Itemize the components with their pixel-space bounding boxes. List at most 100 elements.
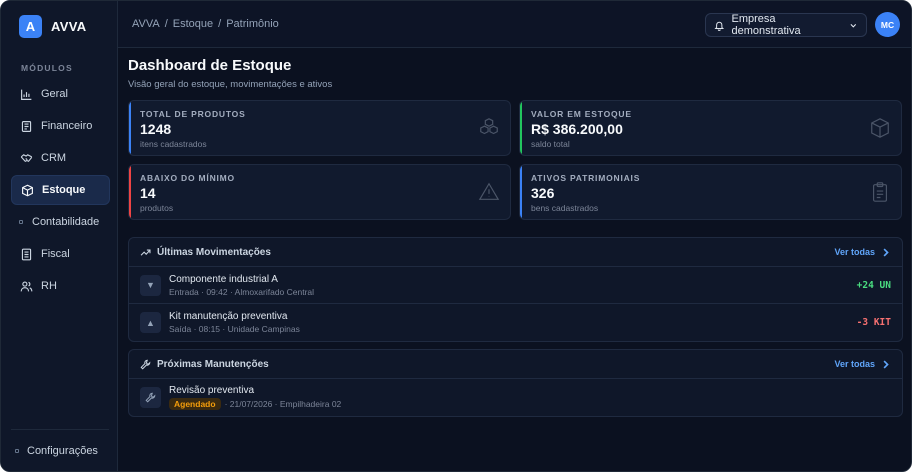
app-window: A AVVA MÓDULOS Geral Financeiro CRM Esto… xyxy=(0,0,912,472)
movements-see-all-link[interactable]: Ver todas xyxy=(834,247,891,258)
stat-label: ATIVOS PATRIMONIAIS xyxy=(531,173,641,183)
handshake-icon xyxy=(20,153,33,162)
brand-logo: A xyxy=(19,15,42,38)
maintenance-panel: Próximas Manutenções Ver todas Revisão p… xyxy=(128,349,903,417)
stat-card-ativos-patrimoniais[interactable]: ATIVOS PATRIMONIAIS 326 bens cadastrados xyxy=(519,164,902,220)
row-title: Revisão preventiva xyxy=(169,385,255,396)
chevron-right-icon xyxy=(883,247,889,257)
sidebar-item-configuracoes[interactable]: Configurações xyxy=(15,445,98,457)
see-all-label: Ver todas xyxy=(834,359,875,369)
stat-foot: itens cadastrados xyxy=(140,139,207,149)
breadcrumb: AVVA / Estoque / Patrimônio xyxy=(132,18,279,30)
stat-label: ABAIXO DO MÍNIMO xyxy=(140,173,235,183)
maintenance-panel-header: Próximas Manutenções Ver todas xyxy=(129,350,902,379)
stat-value: 1248 xyxy=(140,121,172,137)
movements-title: Últimas Movimentações xyxy=(157,246,271,258)
sidebar: A AVVA MÓDULOS Geral Financeiro CRM Esto… xyxy=(1,1,118,471)
trend-up-icon xyxy=(140,249,151,256)
row-subtitle-text: · 21/07/2026 · Empilhadeira 02 xyxy=(224,399,342,409)
sidebar-item-rh[interactable]: RH xyxy=(11,271,110,301)
bar-chart-icon xyxy=(21,89,32,100)
bell-icon xyxy=(714,21,725,31)
top-bar: AVVA / Estoque / Patrimônio Empresa demo… xyxy=(118,1,911,48)
clipboard-icon xyxy=(872,182,888,202)
avatar[interactable]: MC xyxy=(875,12,900,37)
sidebar-item-estoque[interactable]: Estoque xyxy=(11,175,110,205)
main-content: AVVA / Estoque / Patrimônio Empresa demo… xyxy=(118,1,911,471)
row-subtitle: Saída · 08:15 · Unidade Campinas xyxy=(169,324,300,334)
company-name: Empresa demonstrativa xyxy=(731,13,801,37)
sidebar-item-label: Financeiro xyxy=(41,120,93,132)
sidebar-item-financeiro[interactable]: Financeiro xyxy=(11,111,110,141)
row-quantity: -3 KIT xyxy=(856,317,891,328)
breadcrumb-separator: / xyxy=(218,18,222,30)
sidebar-item-label: Estoque xyxy=(42,184,86,196)
sidebar-item-geral[interactable]: Geral xyxy=(11,79,110,109)
brand-name: AVVA xyxy=(51,19,87,34)
chevron-right-icon xyxy=(883,359,889,369)
status-badge: Agendado xyxy=(169,398,221,410)
stat-card-total-produtos[interactable]: TOTAL DE PRODUTOS 1248 itens cadastrados xyxy=(128,100,511,156)
breadcrumb-separator: / xyxy=(164,18,168,30)
sidebar-item-fiscal[interactable]: Fiscal xyxy=(11,239,110,269)
stat-card-abaixo-minimo[interactable]: ABAIXO DO MÍNIMO 14 produtos xyxy=(128,164,511,220)
maintenance-see-all-link[interactable]: Ver todas xyxy=(834,359,891,370)
sidebar-item-contabilidade[interactable]: Contabilidade xyxy=(11,207,110,237)
sidebar-item-label: Geral xyxy=(41,88,68,100)
maintenance-title: Próximas Manutenções xyxy=(157,358,269,370)
table-row[interactable]: ▼ Componente industrial A Entrada · 09:4… xyxy=(129,267,902,304)
page-title: Dashboard de Estoque xyxy=(128,57,292,74)
breadcrumb-item-avva[interactable]: AVVA xyxy=(132,18,160,30)
dot-icon xyxy=(15,449,19,453)
sidebar-divider xyxy=(11,429,109,430)
table-row[interactable]: Revisão preventiva Agendado · 21/07/2026… xyxy=(129,379,902,416)
company-selector[interactable]: Empresa demonstrativa xyxy=(705,13,867,37)
sidebar-item-label: Contabilidade xyxy=(32,216,100,228)
wrench-icon xyxy=(140,359,151,369)
breadcrumb-item-estoque[interactable]: Estoque xyxy=(173,18,213,30)
movements-panel: Últimas Movimentações Ver todas ▼ Compon… xyxy=(128,237,903,342)
sidebar-item-label: CRM xyxy=(41,152,67,164)
row-title: Componente industrial A xyxy=(169,273,278,285)
sidebar-item-crm[interactable]: CRM xyxy=(11,143,110,173)
cubes-icon xyxy=(480,118,498,135)
row-text: Componente industrial A Entrada · 09:42 … xyxy=(169,274,314,297)
row-text: Revisão preventiva Agendado · 21/07/2026… xyxy=(169,385,341,410)
sidebar-item-label: Fiscal xyxy=(41,248,70,260)
movements-panel-header: Últimas Movimentações Ver todas xyxy=(129,238,902,267)
stat-foot: produtos xyxy=(140,203,174,213)
row-subtitle: Entrada · 09:42 · Almoxarifado Central xyxy=(169,286,315,297)
table-row[interactable]: ▲ Kit manutenção preventiva Saída · 08:1… xyxy=(129,304,902,341)
stat-value: 14 xyxy=(140,185,156,201)
sidebar-item-label: RH xyxy=(41,280,57,292)
row-subtitle: Agendado · 21/07/2026 · Empilhadeira 02 xyxy=(169,398,341,410)
row-quantity: +24 UN xyxy=(856,279,891,291)
warning-icon xyxy=(478,182,500,200)
document-icon xyxy=(21,248,32,260)
stat-foot: saldo total xyxy=(531,139,570,149)
sidebar-section-label: MÓDULOS xyxy=(21,63,73,73)
stat-foot: bens cadastrados xyxy=(531,203,599,213)
users-icon xyxy=(20,280,33,291)
receipt-icon xyxy=(21,120,32,132)
row-title: Kit manutenção preventiva xyxy=(169,311,288,322)
stat-card-valor-estoque[interactable]: VALOR EM ESTOQUE R$ 386.200,00 saldo tot… xyxy=(519,100,902,156)
brand[interactable]: A AVVA xyxy=(19,15,86,38)
wrench-icon xyxy=(140,387,161,408)
package-icon xyxy=(871,118,889,138)
sidebar-nav: Geral Financeiro CRM Estoque Contabilida… xyxy=(11,79,110,303)
stat-label: VALOR EM ESTOQUE xyxy=(531,109,632,119)
chevron-down-icon xyxy=(850,23,857,28)
stat-label: TOTAL DE PRODUTOS xyxy=(140,109,246,119)
arrow-up-icon: ▲ xyxy=(140,312,161,333)
see-all-label: Ver todas xyxy=(834,247,875,257)
breadcrumb-item-patrimonio: Patrimônio xyxy=(226,18,279,30)
row-text: Kit manutenção preventiva Saída · 08:15 … xyxy=(169,311,300,334)
stat-value: 326 xyxy=(531,185,555,201)
arrow-down-icon: ▼ xyxy=(140,274,161,296)
box-icon xyxy=(22,184,33,196)
page-subtitle: Visão geral do estoque, movimentações e … xyxy=(128,79,333,90)
stat-value: R$ 386.200,00 xyxy=(531,121,623,137)
settings-label: Configurações xyxy=(27,445,98,457)
dot-icon xyxy=(19,220,23,224)
